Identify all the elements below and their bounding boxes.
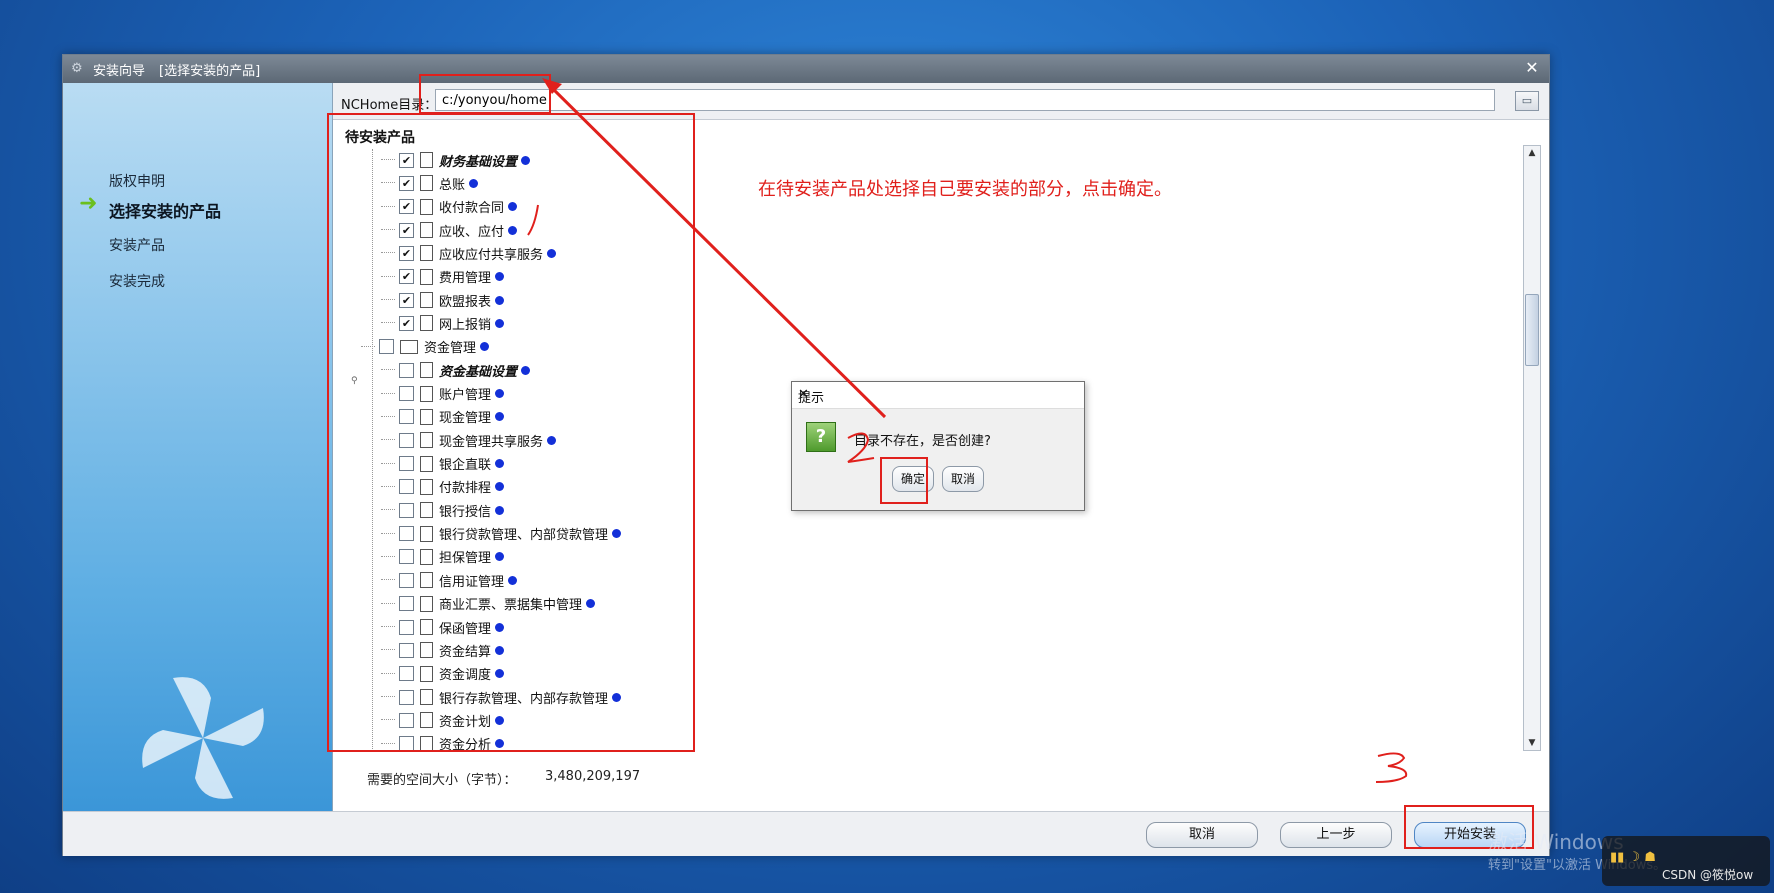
scroll-thumb[interactable] <box>1525 294 1539 366</box>
prev-step-button[interactable]: 上一步 <box>1280 822 1392 848</box>
nchome-dir-input[interactable] <box>435 89 1495 111</box>
window-subtitle: [选择安装的产品] <box>159 63 261 79</box>
step-install-complete: 安装完成 <box>109 274 165 290</box>
tree-scrollbar[interactable]: ▲ ▼ <box>1523 145 1541 751</box>
step-install-products: 安装产品 <box>109 238 165 254</box>
window-close-button[interactable]: ✕ <box>1521 58 1543 78</box>
installer-app-icon: ⚙ <box>71 61 83 76</box>
taskbar-tray-icon: ▮▮ ☽ ☗ <box>1610 850 1656 865</box>
step-select-products: 选择安装的产品 <box>109 202 222 221</box>
dialog-cancel-button[interactable]: 取消 <box>942 466 984 492</box>
window-title: 安装向导 <box>93 63 146 79</box>
dialog-title-bar: 提示 ✕ <box>792 382 1084 409</box>
cancel-button[interactable]: 取消 <box>1146 822 1258 848</box>
annotation-box-directory <box>419 74 551 114</box>
browse-folder-icon[interactable]: ▭ <box>1515 91 1539 111</box>
dialog-message: 目录不存在，是否创建? <box>854 434 991 449</box>
scroll-up-icon[interactable]: ▲ <box>1524 146 1540 160</box>
csdn-badge: ▮▮ ☽ ☗ CSDN @筱悦ow <box>1602 836 1770 886</box>
annotation-text: 在待安装产品处选择自己要安装的部分，点击确定。 <box>758 179 1172 200</box>
title-bar: ⚙ 安装向导 [选择安装的产品] ✕ <box>63 55 1549 83</box>
space-label: 需要的空间大小（字节）： <box>367 773 517 788</box>
dialog-close-icon[interactable]: ✕ <box>798 387 1076 402</box>
annotation-box-ok <box>880 457 928 504</box>
confirm-dialog: 提示 ✕ ? 目录不存在，是否创建? 确定 取消 <box>791 381 1085 511</box>
current-step-arrow-icon: ➜ <box>79 191 98 216</box>
scroll-down-icon[interactable]: ▼ <box>1524 736 1540 750</box>
csdn-badge-text: CSDN @筱悦ow <box>1662 868 1754 882</box>
space-value: 3,480,209,197 <box>545 769 641 784</box>
annotation-box-tree <box>327 113 695 752</box>
steps-sidebar: ➜ 版权申明 选择安装的产品 安装产品 安装完成 <box>63 83 333 811</box>
pinwheel-logo-icon <box>142 677 264 799</box>
question-icon: ? <box>806 422 836 452</box>
step-copyright: 版权申明 <box>109 174 165 190</box>
bottom-button-bar: 取消 上一步 开始安装 <box>63 811 1549 856</box>
